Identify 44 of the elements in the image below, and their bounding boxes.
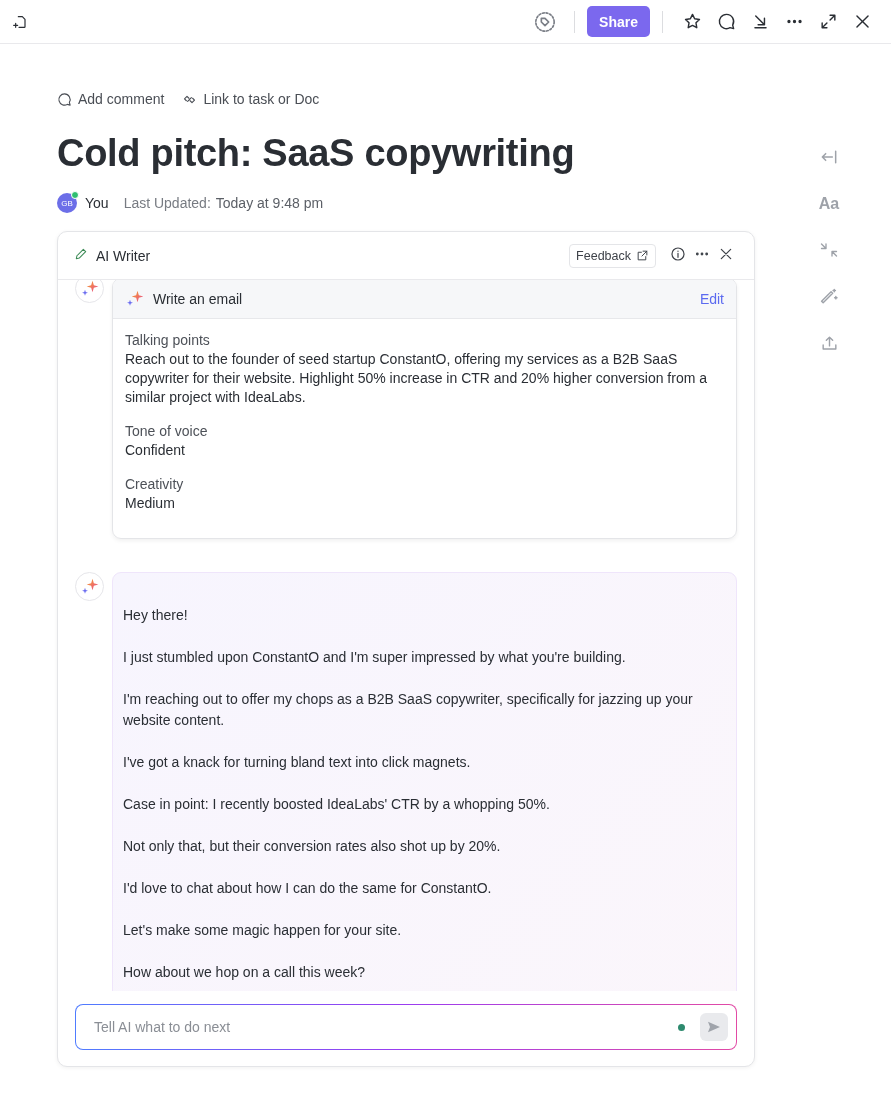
- close-icon[interactable]: [718, 246, 734, 262]
- comment-icon: [57, 91, 72, 107]
- author-name: You: [85, 195, 109, 211]
- response-paragraph: How about we hop on a call this week?: [123, 963, 367, 982]
- response-paragraph: Hey there!: [123, 606, 189, 625]
- comment-icon[interactable]: [716, 12, 736, 31]
- response-paragraph: I've got a knack for turning bland text into click magnets.: [123, 753, 472, 772]
- send-icon: [706, 1019, 722, 1035]
- field-value: Confident: [125, 441, 186, 460]
- feedback-button[interactable]: Feedback: [569, 243, 656, 268]
- request-title: Write an email: [153, 290, 244, 307]
- response-paragraph: Case in point: I recently boosted IdeaLabs' CTR by a whopping 50%.: [123, 795, 551, 814]
- response-paragraph: I'd love to chat about how I can do the same for ConstantO.: [123, 879, 493, 898]
- field-label: Talking points: [125, 331, 211, 350]
- link-task-button[interactable]: Link to task or Doc: [182, 91, 320, 107]
- doc-title: Cold pitch: SaaS copywriting: [57, 131, 576, 176]
- user-avatar: GB: [57, 193, 77, 213]
- add-comment-button[interactable]: Add comment: [57, 91, 165, 107]
- field-value: Medium: [125, 494, 176, 513]
- response-paragraph: Let's make some magic happen for your site.: [123, 921, 403, 940]
- response-paragraph: Not only that, but their conversion rates also shot up by 20%.: [123, 837, 502, 856]
- info-icon[interactable]: [670, 246, 686, 262]
- last-updated-time: Today at 9:48 pm: [215, 195, 324, 211]
- field-value: Reach out to the founder of seed startup ConstantO, offering my services as a B2B SaaS copywriter for their website. Highlight 50% increase in CTR and 20% higher conversion from a similar project with IdeaLabs.: [125, 350, 709, 407]
- star-icon[interactable]: [682, 12, 702, 31]
- tag-icon[interactable]: [534, 10, 557, 33]
- collapse-icon[interactable]: [819, 147, 839, 167]
- external-link-icon: [636, 249, 649, 262]
- upload-icon[interactable]: [819, 334, 839, 353]
- field-label: Creativity: [125, 475, 185, 494]
- expand-icon[interactable]: [818, 12, 838, 31]
- panel-title: AI Writer: [96, 247, 152, 264]
- page-icon[interactable]: [13, 13, 29, 30]
- response-paragraph: I just stumbled upon ConstantO and I'm super impressed by what you're building.: [123, 648, 627, 667]
- response-paragraph: I'm reaching out to offer my chops as a B2B SaaS copywriter, specifically for jazzing up your website content.: [123, 690, 694, 730]
- pencil-icon: [74, 247, 88, 261]
- status-dot: [678, 1023, 685, 1031]
- prompt-field[interactable]: Tell AI what to do next: [92, 1018, 678, 1036]
- magic-wand-icon[interactable]: [819, 287, 839, 306]
- share-button[interactable]: Share: [587, 6, 650, 37]
- last-updated-label: Last Updated:: [123, 195, 211, 211]
- arrows-icon[interactable]: [820, 241, 838, 259]
- field-label: Tone of voice: [125, 422, 209, 441]
- edit-link[interactable]: Edit: [699, 290, 724, 307]
